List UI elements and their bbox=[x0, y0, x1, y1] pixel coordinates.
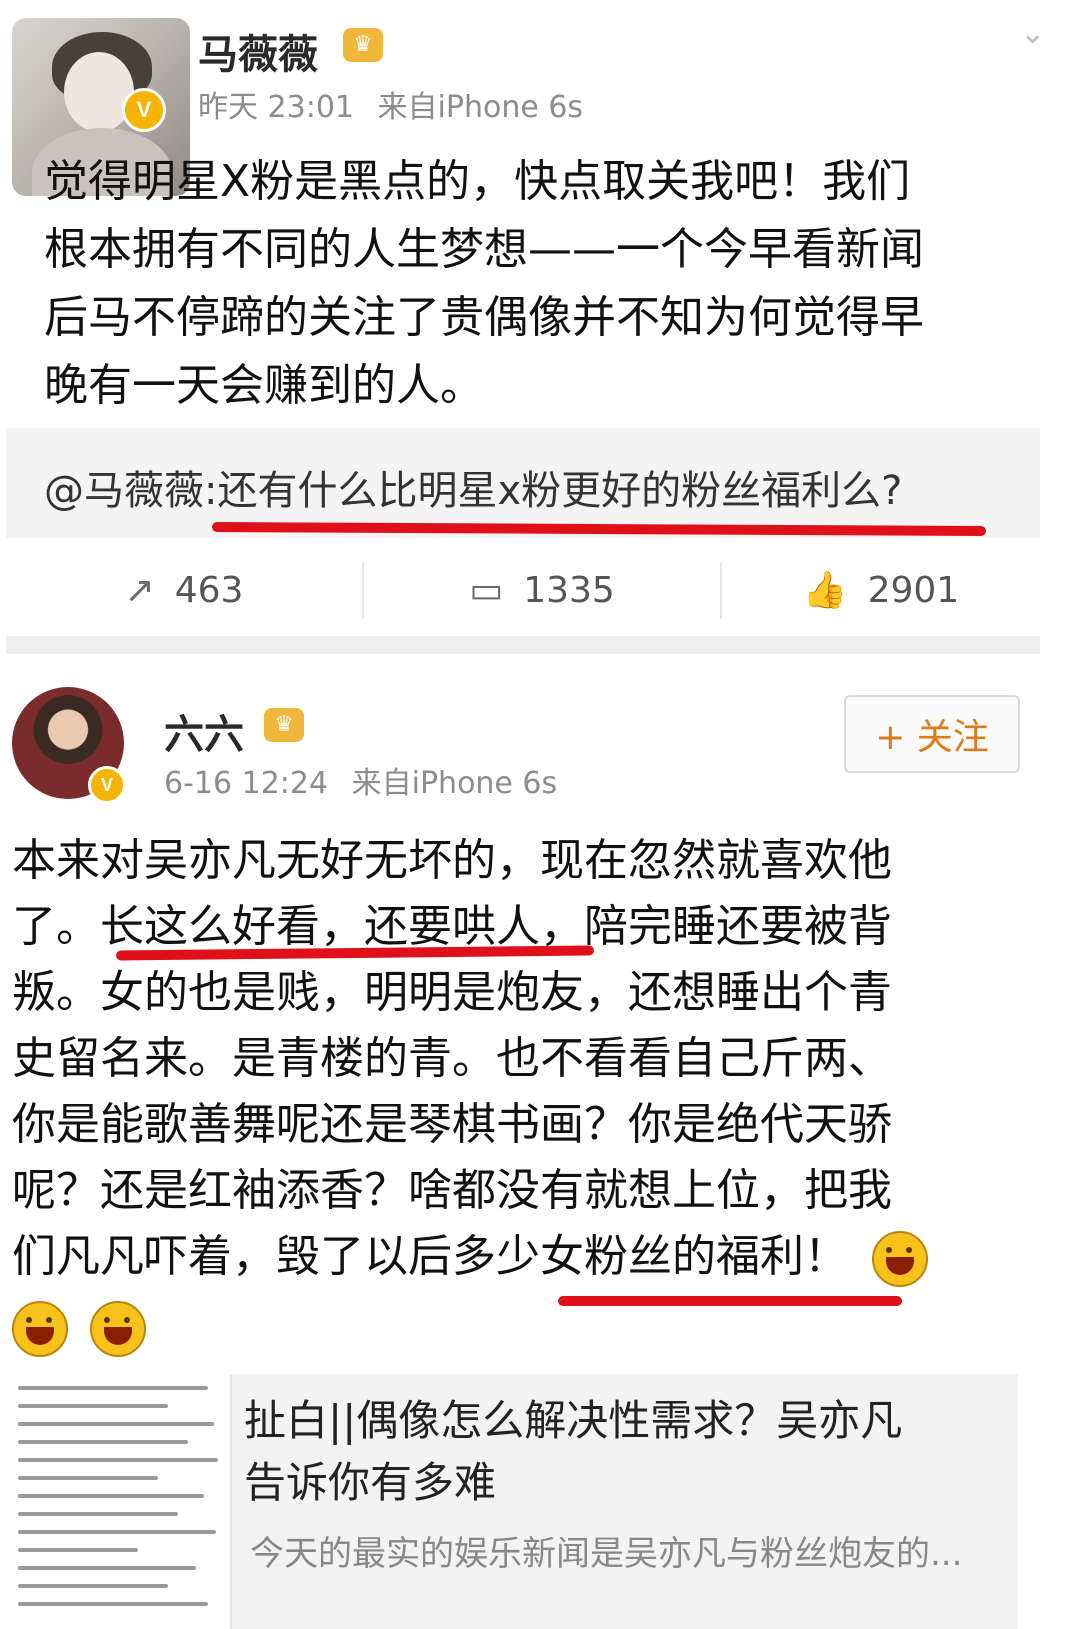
post-text-line: 史留名来。是青楼的青。也不看看自己斤两、 bbox=[12, 1033, 892, 1084]
comment-icon: ▭ bbox=[469, 569, 504, 611]
link-card-title: 扯白||偶像怎么解决性需求？吴亦凡 告诉你有多难 bbox=[244, 1390, 1004, 1514]
comment-button[interactable]: ▭ 1335 bbox=[364, 545, 720, 635]
chevron-down-icon[interactable]: ⌄ bbox=[1020, 16, 1045, 51]
post-body: 本来对吴亦凡无好无坏的，现在忽然就喜欢他 了。长这么好看，还要哄人，陪完睡还要被… bbox=[12, 828, 1012, 1360]
verified-badge-icon: V bbox=[122, 88, 166, 132]
post-text-line: 本来对吴亦凡无好无坏的，现在忽然就喜欢他 bbox=[12, 835, 892, 886]
post-meta: 6-16 12:24 来自iPhone 6s bbox=[164, 758, 557, 802]
post-text-line: 叛。女的也是贱，明明是炮友，还想睡出个青 bbox=[12, 967, 892, 1018]
post-text-line: 呢？还是红袖添香？啥都没有就想上位，把我 bbox=[12, 1165, 892, 1216]
follow-button[interactable]: + 关注 bbox=[844, 695, 1020, 773]
post-meta: 昨天 23:01 来自iPhone 6s bbox=[198, 82, 583, 126]
like-button[interactable]: 👍 2901 bbox=[722, 545, 1040, 635]
post-text-line: 你是能歌善舞呢还是琴棋书画？你是绝代天骄 bbox=[12, 1099, 892, 1150]
highlight-underline bbox=[558, 1296, 902, 1306]
post-text-line-text: 们凡凡吓着，毁了以后多少女粉丝的福利！ bbox=[12, 1231, 848, 1282]
post-text-line: 觉得明星X粉是黑点的，快点取关我吧！我们 bbox=[44, 156, 911, 207]
link-card-title-line: 扯白||偶像怎么解决性需求？吴亦凡 bbox=[244, 1396, 903, 1445]
crown-icon: ♛ bbox=[343, 28, 383, 62]
username[interactable]: 马薇薇 bbox=[198, 22, 318, 80]
post-source: 来自iPhone 6s bbox=[377, 90, 584, 125]
link-card-title-line: 告诉你有多难 bbox=[244, 1458, 497, 1507]
repost-quote[interactable]: @马薇薇:还有什么比明星x粉更好的粉丝福利么? bbox=[6, 428, 1040, 538]
post-source: 来自iPhone 6s bbox=[351, 766, 558, 801]
post-text-line: 根本拥有不同的人生梦想——一个今早看新闻 bbox=[44, 224, 924, 275]
comment-count: 1335 bbox=[523, 569, 615, 611]
link-card-description: 今天的最实的娱乐新闻是吴亦凡与粉丝炮友的... bbox=[250, 1534, 963, 1574]
repost-count: 463 bbox=[174, 569, 244, 611]
post-time: 6-16 12:24 bbox=[164, 766, 329, 801]
thumbs-up-icon: 👍 bbox=[802, 570, 848, 611]
verified-badge-icon: V bbox=[88, 766, 126, 804]
post-text-line: 后马不停蹄的关注了贵偶像并不知为何觉得早 bbox=[44, 292, 924, 343]
username[interactable]: 六六 bbox=[164, 702, 244, 760]
repost-button[interactable]: ↗ 463 bbox=[6, 545, 362, 635]
post-body: 觉得明星X粉是黑点的，快点取关我吧！我们 根本拥有不同的人生梦想——一个今早看新… bbox=[44, 148, 1034, 420]
post-divider bbox=[6, 636, 1040, 654]
like-count: 2901 bbox=[867, 569, 960, 611]
post-text-line: 晚有一天会赚到的人。 bbox=[44, 360, 484, 411]
repost-icon: ↗ bbox=[124, 569, 155, 611]
laughing-emoji-icon bbox=[872, 1231, 928, 1287]
laughing-emoji-icon bbox=[12, 1301, 68, 1357]
link-card-thumbnail bbox=[8, 1374, 232, 1629]
crown-icon: ♛ bbox=[264, 708, 304, 742]
post-text-line: 们凡凡吓着，毁了以后多少女粉丝的福利！ bbox=[12, 1224, 1012, 1290]
laughing-emoji-icon bbox=[90, 1301, 146, 1357]
repost-text: @马薇薇:还有什么比明星x粉更好的粉丝福利么? bbox=[44, 468, 903, 514]
post-time: 昨天 23:01 bbox=[198, 90, 354, 125]
action-bar: ↗ 463 ▭ 1335 👍 2901 bbox=[6, 545, 1040, 635]
